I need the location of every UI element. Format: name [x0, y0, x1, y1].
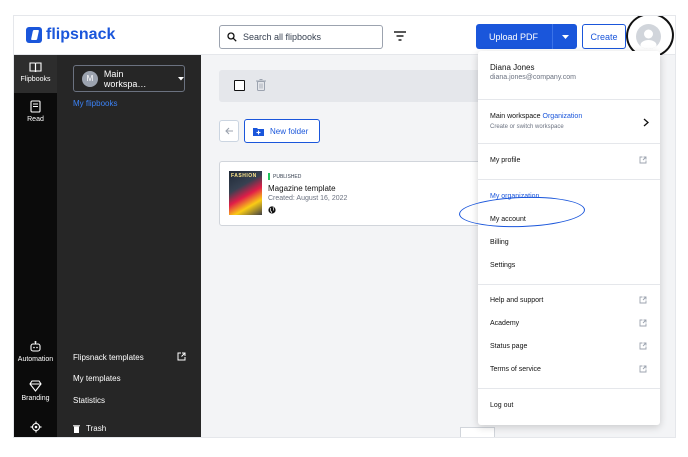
- external-link-icon: [639, 296, 647, 304]
- top-bar: flipsnack Search all flipbooks Upload PD…: [14, 16, 675, 62]
- trash-link[interactable]: Trash: [73, 424, 106, 433]
- app-frame: flipsnack Search all flipbooks Upload PD…: [14, 16, 675, 437]
- filter-icon[interactable]: [394, 31, 406, 41]
- external-link-icon: [639, 342, 647, 350]
- rail-item-flipbooks[interactable]: Flipbooks: [14, 55, 57, 93]
- menu-workspace-switcher[interactable]: Main workspace Organization: [490, 113, 582, 120]
- menu-user-email: diana.jones@company.com: [490, 74, 576, 81]
- menu-item-terms-of-service[interactable]: Terms of service: [490, 366, 541, 373]
- menu-divider: [478, 179, 660, 180]
- menu-workspace-name: Main workspace: [490, 113, 541, 120]
- rail-item-read[interactable]: Read: [14, 100, 57, 123]
- menu-item-academy[interactable]: Academy: [490, 320, 519, 327]
- new-folder-button[interactable]: New folder: [244, 119, 320, 143]
- folder-plus-icon: [253, 127, 264, 136]
- logo-text: flipsnack: [46, 26, 116, 43]
- external-link-icon: [177, 352, 186, 361]
- chevron-down-icon: [178, 76, 185, 80]
- flipsnack-templates-label: Flipsnack templates: [73, 353, 144, 362]
- automation-icon: [30, 341, 41, 352]
- menu-workspace-subtitle: Create or switch workspace: [490, 124, 564, 130]
- select-all-checkbox[interactable]: [234, 80, 245, 91]
- menu-item-my-profile[interactable]: My profile: [490, 157, 520, 164]
- rail-label-flipbooks: Flipbooks: [20, 76, 51, 83]
- rail-item-automation[interactable]: Automation: [14, 340, 57, 363]
- logo-mark-icon: [26, 27, 42, 43]
- trash-label: Trash: [86, 424, 107, 433]
- workspace-avatar: M: [82, 70, 98, 87]
- chevron-right-icon: [643, 118, 649, 127]
- external-link-icon: [639, 365, 647, 373]
- branding-icon: [29, 380, 42, 392]
- menu-item-billing[interactable]: Billing: [490, 239, 509, 246]
- upload-pdf-button[interactable]: Upload PDF: [476, 24, 577, 49]
- workspace-selector[interactable]: M Main workspa…: [73, 65, 185, 92]
- new-folder-label: New folder: [270, 126, 309, 136]
- menu-item-help-and-support[interactable]: Help and support: [490, 297, 543, 304]
- menu-divider: [478, 284, 660, 285]
- back-arrow-icon: [224, 127, 233, 135]
- my-flipbooks-link[interactable]: My flipbooks: [73, 99, 117, 108]
- upload-dropdown-toggle[interactable]: [553, 34, 577, 39]
- trash-icon: [73, 424, 80, 433]
- rail-item-branding[interactable]: Branding: [14, 380, 57, 402]
- menu-user-name: Diana Jones: [490, 63, 535, 72]
- menu-item-my-organization[interactable]: My organization: [490, 193, 539, 200]
- delete-icon[interactable]: [256, 79, 266, 91]
- read-icon: [30, 100, 41, 113]
- menu-divider: [478, 99, 660, 100]
- external-link-icon: [639, 156, 647, 164]
- my-templates-link[interactable]: My templates: [73, 374, 121, 383]
- create-button[interactable]: Create: [582, 24, 626, 49]
- chevron-down-icon: [561, 34, 569, 39]
- rail-item-settings[interactable]: [14, 421, 57, 433]
- flipbooks-icon: [29, 62, 42, 73]
- flipsnack-logo[interactable]: flipsnack: [26, 26, 115, 44]
- pagination-control[interactable]: [460, 427, 495, 437]
- menu-divider: [478, 388, 660, 389]
- rail-label-automation: Automation: [17, 356, 54, 363]
- status-indicator: [268, 173, 270, 180]
- menu-divider: [478, 143, 660, 144]
- back-button[interactable]: [219, 120, 239, 142]
- status-badge: PUBLISHED: [268, 173, 301, 180]
- menu-workspace-type: Organization: [542, 113, 583, 120]
- gear-icon: [30, 421, 41, 433]
- menu-item-my-account[interactable]: My account: [490, 216, 526, 223]
- flipbook-cover-thumbnail[interactable]: FASHION: [229, 171, 262, 215]
- account-menu: Diana Jones diana.jones@company.com Main…: [458, 51, 660, 425]
- rail-label-branding: Branding: [21, 395, 50, 402]
- external-link-icon: [639, 319, 647, 327]
- upload-pdf-label: Upload PDF: [489, 31, 539, 42]
- flipbook-created-date: Created: August 16, 2022: [268, 195, 348, 202]
- globe-icon: [268, 206, 276, 214]
- menu-item-status-page[interactable]: Status page: [490, 343, 527, 350]
- flipsnack-templates-link[interactable]: Flipsnack templates: [73, 353, 144, 362]
- menu-item-settings[interactable]: Settings: [490, 262, 515, 269]
- search-input[interactable]: Search all flipbooks: [219, 25, 383, 49]
- workspace-name: Main workspa…: [103, 68, 147, 89]
- search-icon: [227, 32, 237, 42]
- search-placeholder: Search all flipbooks: [243, 32, 322, 42]
- menu-item-log-out[interactable]: Log out: [490, 402, 513, 409]
- cover-text: FASHION: [231, 173, 257, 179]
- left-rail: Flipbooks Read Automation Branding: [14, 55, 57, 437]
- side-panel: M Main workspa… My flipbooks Flipsnack t…: [57, 55, 201, 437]
- rail-label-read: Read: [27, 116, 44, 123]
- flipbook-title[interactable]: Magazine template: [268, 184, 336, 193]
- statistics-link[interactable]: Statistics: [73, 396, 105, 405]
- status-label: PUBLISHED: [273, 173, 302, 180]
